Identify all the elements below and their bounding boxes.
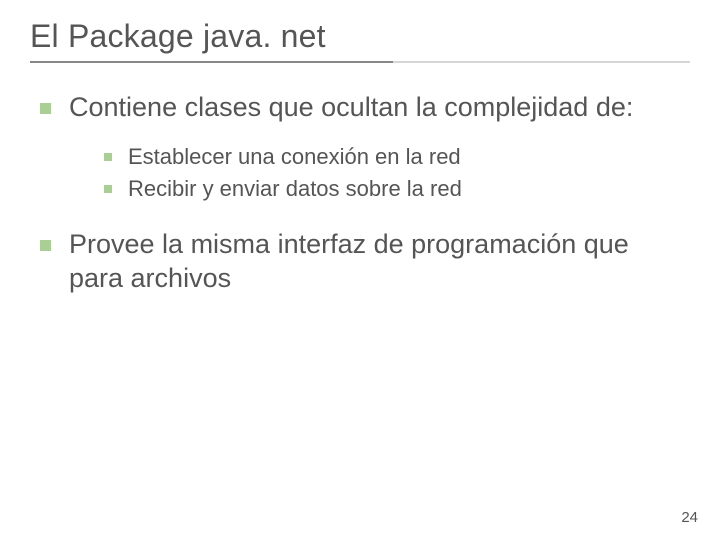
square-bullet-icon [104, 185, 112, 193]
title-underline [30, 61, 690, 63]
sub-bullet-item: Establecer una conexión en la red [104, 143, 690, 172]
sub-bullet-text: Establecer una conexión en la red [128, 143, 461, 172]
bullet-item-2: Provee la misma interfaz de programación… [40, 228, 690, 296]
sub-bullet-group-1: Establecer una conexión en la red Recibi… [104, 143, 690, 204]
slide: El Package java. net Contiene clases que… [0, 0, 720, 295]
page-number: 24 [681, 509, 698, 526]
square-bullet-icon [104, 153, 112, 161]
bullet-text: Contiene clases que ocultan la complejid… [69, 91, 633, 125]
square-bullet-icon [40, 240, 51, 251]
square-bullet-icon [40, 103, 51, 114]
bullet-text: Provee la misma interfaz de programación… [69, 228, 690, 296]
bullet-item-1: Contiene clases que ocultan la complejid… [40, 91, 690, 125]
sub-bullet-item: Recibir y enviar datos sobre la red [104, 175, 690, 204]
sub-bullet-text: Recibir y enviar datos sobre la red [128, 175, 462, 204]
slide-title: El Package java. net [30, 18, 690, 55]
